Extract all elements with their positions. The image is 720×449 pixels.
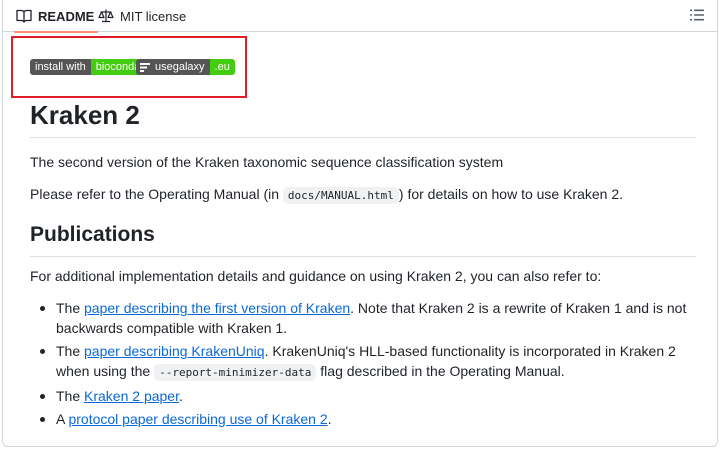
krakenuniq-paper-link[interactable]: paper describing KrakenUniq — [84, 343, 265, 359]
list-item-post: . — [178, 388, 183, 404]
usegalaxy-badge-label-wrap: usegalaxy — [136, 59, 210, 75]
tab-license-label: MIT license — [120, 8, 187, 24]
tab-readme-label: README — [38, 8, 95, 24]
list-item-pre: A — [56, 411, 69, 427]
bioconda-badge[interactable]: install with bioconda — [30, 59, 146, 75]
galaxy-icon — [140, 62, 150, 72]
kraken2-paper-link[interactable]: Kraken 2 paper — [84, 388, 179, 404]
title-divider — [30, 137, 696, 138]
list-item-post: flag described in the Operating Manual. — [316, 363, 565, 379]
manual-text-before: Please refer to the Operating Manual (in — [30, 186, 283, 202]
usegalaxy-badge-label: usegalaxy — [155, 61, 205, 73]
outline-list-icon[interactable] — [689, 7, 705, 23]
tab-license[interactable]: MIT license — [98, 0, 186, 32]
page-title: Kraken 2 — [30, 100, 140, 130]
intro-text: The second version of the Kraken taxonom… — [30, 154, 504, 170]
protocol-paper-link[interactable]: protocol paper describing use of Kraken … — [68, 411, 327, 427]
readme-container: README MIT license install with bioconda — [2, 0, 718, 447]
tab-readme[interactable]: README — [13, 0, 99, 33]
list-item: The paper describing KrakenUniq. KrakenU… — [40, 341, 706, 383]
usegalaxy-badge[interactable]: usegalaxy .eu — [136, 59, 235, 75]
minimizer-flag-code: --report-minimizer-data — [154, 364, 317, 381]
kraken1-paper-link[interactable]: paper describing the first version of Kr… — [84, 300, 350, 316]
list-item-pre: The — [56, 300, 85, 316]
manual-code: docs/MANUAL.html — [282, 187, 399, 204]
manual-text-after: ) for details on how to use Kraken 2. — [398, 186, 624, 202]
publications-intro: For additional implementation details an… — [30, 268, 602, 284]
book-icon — [16, 9, 32, 23]
usegalaxy-badge-value: .eu — [209, 59, 235, 75]
publications-list: The paper describing the first version o… — [40, 298, 706, 432]
list-item: The paper describing the first version o… — [40, 298, 706, 338]
publications-divider — [30, 256, 696, 257]
list-item: The Kraken 2 paper. — [40, 386, 706, 406]
list-item: A protocol paper describing use of Krake… — [40, 409, 706, 429]
list-item-pre: The — [56, 343, 85, 359]
readme-tab-bar: README MIT license — [3, 0, 717, 33]
publications-heading: Publications — [30, 223, 155, 246]
manual-text: Please refer to the Operating Manual (in… — [30, 184, 623, 206]
list-item-pre: The — [56, 388, 85, 404]
scale-icon — [98, 9, 114, 23]
list-item-post: . — [327, 411, 332, 427]
bioconda-badge-label: install with — [30, 59, 91, 75]
